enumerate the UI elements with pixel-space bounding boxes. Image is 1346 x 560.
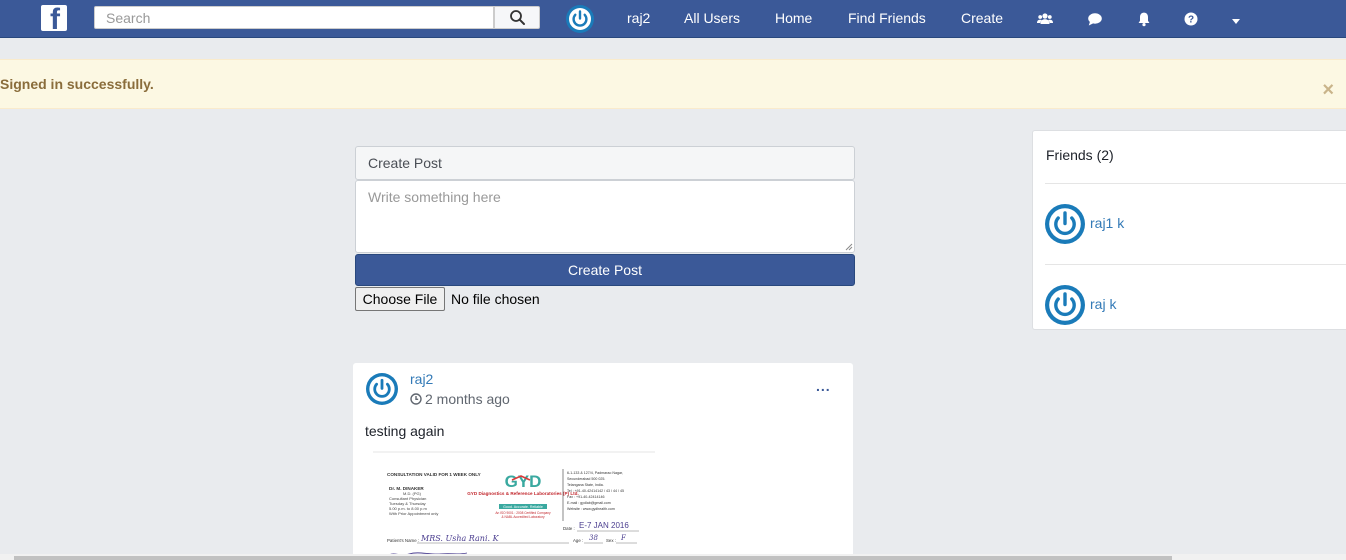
post-card: raj2 2 months ago ... testing again CONS… [353, 363, 853, 560]
nav-home-link[interactable]: Home [775, 0, 812, 38]
create-post-header: Create Post [355, 146, 855, 180]
friend-requests-icon[interactable] [1037, 11, 1053, 27]
nav-username-link[interactable]: raj2 [627, 0, 650, 38]
rx-logo: GYD [505, 472, 542, 491]
rx-patient-label: Patient's Name : [387, 538, 419, 543]
friends-title: Friends (2) [1046, 147, 1114, 163]
friend-name-link[interactable]: raj1 k [1090, 215, 1124, 231]
rx-sex-label: Sex : [606, 538, 616, 543]
rx-fax: Fax : +91-40-42414146 [567, 495, 604, 499]
post-author-avatar-icon[interactable] [366, 373, 398, 405]
top-navbar: f raj2 All Users Home Find Friends Creat… [0, 0, 1346, 38]
post-author-link[interactable]: raj2 [410, 371, 433, 387]
notifications-icon[interactable] [1136, 11, 1152, 27]
horizontal-scrollbar-thumb[interactable] [14, 556, 1172, 560]
rx-lab-tagline: Good. Accurate. Reliable [503, 505, 543, 509]
rx-patient-value: MRS. Usha Rani. K [420, 534, 500, 543]
rx-header: CONSULTATION VALID FOR 1 WEEK ONLY [387, 472, 481, 477]
search-icon [510, 10, 525, 25]
friend-name-link[interactable]: raj k [1090, 296, 1116, 312]
rx-date-value: E-7 JAN 2016 [579, 521, 629, 530]
search-button[interactable] [494, 6, 540, 29]
nav-create-link[interactable]: Create [961, 0, 1003, 38]
dropdown-caret-icon[interactable] [1228, 14, 1244, 30]
rx-addr3: Telangana State, India. [567, 483, 604, 487]
messages-icon[interactable] [1087, 11, 1103, 27]
nav-all-users-link[interactable]: All Users [684, 0, 740, 38]
post-options-menu[interactable]: ... [816, 379, 831, 393]
rx-doctor-note: With Prior Appointment only [389, 511, 438, 516]
create-post-button[interactable]: Create Post [355, 254, 855, 286]
alert-message: Signed in successfully. [0, 76, 154, 92]
rx-email: E-mail : gydlab@gmail.com [567, 501, 611, 505]
rx-addr1: 6-1-133 & 127/4, Padmarao Nagar, [567, 471, 623, 475]
user-avatar-icon[interactable] [566, 5, 594, 33]
rx-lab-name: GYD Diagnostics & Reference Laboratories… [467, 491, 579, 496]
friend-avatar-icon[interactable] [1045, 204, 1085, 244]
post-time-label: 2 months ago [425, 391, 510, 407]
help-icon[interactable]: ? [1183, 11, 1199, 27]
file-status-text: No file chosen [451, 291, 540, 307]
rx-age-label: Age : [573, 538, 583, 543]
clock-icon [410, 393, 422, 405]
rx-addr2: Secunderabad 500 025. [567, 477, 605, 481]
post-image-prescription: CONSULTATION VALID FOR 1 WEEK ONLY Dr. M… [371, 451, 657, 560]
divider [1045, 264, 1346, 265]
choose-file-button[interactable]: Choose File [355, 287, 445, 311]
friend-avatar-icon[interactable] [1045, 285, 1085, 325]
svg-text:?: ? [1188, 15, 1194, 26]
resize-handle-icon[interactable] [845, 243, 853, 251]
search-input[interactable] [94, 6, 494, 29]
post-body-textarea[interactable] [355, 180, 855, 253]
close-icon[interactable]: × [1322, 80, 1334, 100]
divider [1045, 183, 1346, 184]
success-alert: Signed in successfully. × [0, 59, 1346, 109]
rx-website: Website : www.gydhealth.com [567, 507, 615, 511]
facebook-logo-icon[interactable]: f [41, 5, 67, 31]
post-text: testing again [365, 423, 445, 439]
friends-panel: Friends (2) raj1 k raj k [1032, 130, 1346, 330]
rx-age-value: 38 [589, 534, 598, 542]
rx-tel: Tel : +91-40-42414142 / 43 / 44 / 45 [567, 489, 624, 493]
rx-lab-cert2: & NABL Accredited Laboratory [501, 515, 545, 519]
post-timestamp: 2 months ago [410, 391, 510, 407]
nav-find-friends-link[interactable]: Find Friends [848, 0, 926, 38]
rx-date-label: Date : [563, 526, 575, 531]
